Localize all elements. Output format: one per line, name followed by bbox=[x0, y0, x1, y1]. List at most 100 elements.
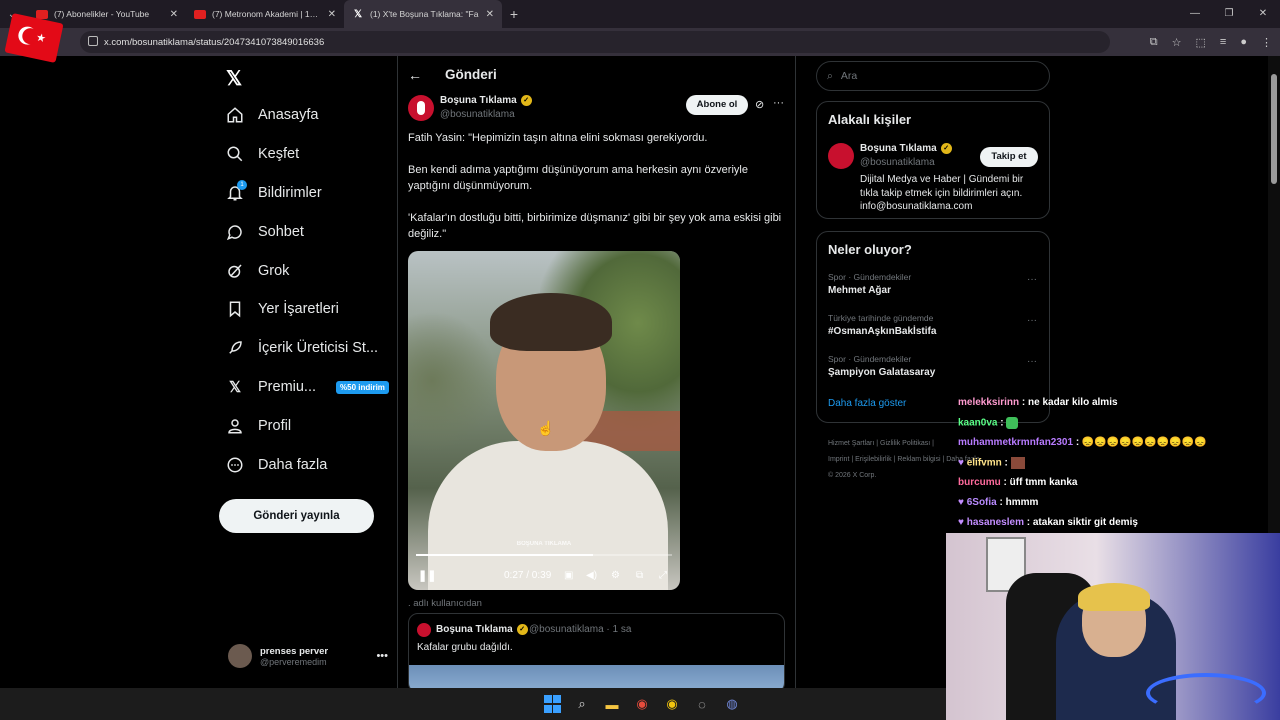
site-info-icon[interactable] bbox=[88, 36, 98, 46]
back-arrow-icon[interactable]: ← bbox=[408, 67, 422, 83]
via-user-text: . adlı kullanıcıdan bbox=[408, 598, 482, 609]
subscribe-button[interactable]: Abone ol bbox=[686, 95, 748, 115]
star-icon[interactable]: ☆ bbox=[1172, 36, 1182, 49]
media-icon[interactable]: ≡ bbox=[1220, 36, 1226, 48]
close-icon[interactable]: ✕ bbox=[486, 9, 494, 20]
discord-icon[interactable]: ◍ bbox=[722, 694, 742, 714]
quoted-author-avatar bbox=[417, 623, 431, 637]
nav-item-profile[interactable]: Profil bbox=[226, 417, 291, 435]
related-handle[interactable]: @bosunatiklama bbox=[860, 157, 935, 168]
obs-icon[interactable]: ◌ bbox=[692, 694, 712, 714]
settings-icon[interactable]: ⚙ bbox=[611, 570, 620, 581]
person-icon bbox=[226, 417, 244, 435]
more-icon[interactable]: ··· bbox=[1027, 315, 1037, 326]
browser-tab-active[interactable]: 𝕏 (1) X'te Boşuna Tıklama: "Fa ✕ bbox=[344, 0, 502, 28]
menu-icon[interactable]: ⋮ bbox=[1261, 36, 1272, 49]
extensions-icon[interactable]: ⬚ bbox=[1196, 36, 1206, 49]
post-text-paragraph: Ben kendi adıma yaptığımı düşünüyorum am… bbox=[408, 164, 748, 192]
chat-message: melekksirinn : ne kadar kilo almis bbox=[958, 397, 1118, 408]
nav-item-grok[interactable]: Grok bbox=[226, 262, 289, 280]
install-icon[interactable]: ⧉ bbox=[1150, 36, 1158, 49]
close-icon[interactable]: ✕ bbox=[170, 9, 178, 20]
tab-title: (7) Metronom Akademi | 19. Bö bbox=[212, 9, 322, 19]
nav-item-chat[interactable]: Sohbet bbox=[226, 223, 304, 241]
volume-icon[interactable]: ◀) bbox=[586, 570, 597, 581]
mouse-cursor-icon: ☝ bbox=[537, 420, 555, 436]
author-name-text: Boşuna Tıklama bbox=[440, 95, 517, 106]
nav-label: Profil bbox=[258, 418, 292, 434]
pip-icon[interactable]: ⧉ bbox=[636, 570, 643, 581]
pause-icon[interactable]: ❚❚ bbox=[418, 569, 436, 582]
video-time: 0:27 / 0:39 bbox=[504, 569, 552, 581]
minimize-icon[interactable]: — bbox=[1178, 0, 1212, 28]
chat-message: ♥ hasaneslem : atakan siktir git demiş bbox=[958, 517, 1138, 528]
trends-title: Neler oluyor? bbox=[828, 242, 912, 257]
nav-item-explore[interactable]: Keşfet bbox=[226, 145, 299, 163]
x-logo-icon[interactable]: 𝕏 bbox=[226, 66, 242, 91]
youtube-icon bbox=[36, 9, 48, 19]
chat-message: ♥ elifvmn : bbox=[958, 457, 1025, 469]
nav-item-bookmarks[interactable]: Yer İşaretleri bbox=[226, 300, 339, 318]
author-avatar[interactable] bbox=[408, 95, 434, 121]
follow-button[interactable]: Takip et bbox=[980, 147, 1038, 167]
more-icon[interactable]: ··· bbox=[1027, 356, 1037, 367]
nav-label: İçerik Üreticisi St... bbox=[258, 340, 379, 356]
trend-item[interactable]: Türkiye tarihinde gündemde #OsmanAşkınBa… bbox=[828, 313, 936, 337]
fullscreen-icon[interactable]: ⤢ bbox=[659, 570, 667, 581]
close-window-icon[interactable]: ✕ bbox=[1246, 0, 1280, 28]
new-tab-button[interactable]: + bbox=[502, 6, 526, 22]
captions-icon[interactable]: ▣ bbox=[564, 570, 573, 581]
chrome-icon[interactable]: ◉ bbox=[662, 694, 682, 714]
trend-item[interactable]: Spor · Gündemdekiler Mehmet Ağar bbox=[828, 272, 911, 296]
grok-icon[interactable]: ⊘ bbox=[755, 98, 764, 111]
video-progress-bar[interactable] bbox=[416, 554, 672, 556]
chat-message: kaan0va : bbox=[958, 417, 1019, 429]
url-field[interactable]: x.com/bosunatiklama/status/2047341073849… bbox=[80, 31, 1110, 53]
quoted-author-handle: @bosunatiklama · 1 sa bbox=[529, 624, 632, 635]
nav-item-more[interactable]: Daha fazla bbox=[226, 456, 327, 474]
nav-item-notifications[interactable]: 1 Bildirimler bbox=[226, 180, 322, 202]
nav-item-creator-studio[interactable]: İçerik Üreticisi St... bbox=[226, 339, 378, 357]
nav-label: Bildirimler bbox=[258, 185, 322, 201]
more-circle-icon bbox=[226, 456, 244, 474]
notification-badge: 1 bbox=[237, 180, 247, 190]
restore-icon[interactable]: ❐ bbox=[1212, 0, 1246, 28]
chrome-icon[interactable]: ◉ bbox=[632, 694, 652, 714]
account-switcher[interactable]: prenses perver @perveremedim ••• bbox=[228, 644, 388, 668]
windows-taskbar bbox=[0, 688, 946, 720]
more-icon[interactable]: ··· bbox=[1027, 274, 1037, 285]
chat-message: ♥ 6Sofia : hmmm bbox=[958, 497, 1039, 508]
author-handle[interactable]: @bosunatiklama bbox=[440, 109, 515, 120]
more-icon[interactable]: ··· bbox=[773, 97, 784, 109]
related-avatar[interactable] bbox=[828, 143, 854, 169]
post-button[interactable]: Gönderi yayınla bbox=[219, 499, 374, 533]
taskbar-icons: ⌕ ▬ ◉ ◉ ◌ ◍ bbox=[542, 694, 742, 714]
more-icon[interactable]: ••• bbox=[376, 650, 388, 662]
quoted-post[interactable]: Boşuna Tıklama ✓ @bosunatiklama · 1 sa Ka… bbox=[408, 613, 785, 693]
trend-item[interactable]: Spor · Gündemdekiler Şampiyon Galatasara… bbox=[828, 354, 935, 378]
youtube-icon bbox=[194, 9, 206, 19]
webcam-overlay bbox=[946, 533, 1280, 720]
search-input[interactable]: ⌕ Ara bbox=[816, 61, 1050, 91]
windows-start-icon[interactable] bbox=[542, 694, 562, 714]
profile-avatar-icon[interactable]: ● bbox=[1240, 36, 1247, 48]
close-icon[interactable]: ✕ bbox=[328, 9, 336, 20]
file-explorer-icon[interactable]: ▬ bbox=[602, 694, 622, 714]
show-more-link[interactable]: Daha fazla göster bbox=[828, 398, 906, 409]
window-controls: — ❐ ✕ bbox=[1178, 0, 1280, 28]
nav-label: Anasayfa bbox=[258, 107, 319, 123]
related-title: Alakalı kişiler bbox=[828, 112, 912, 127]
related-name[interactable]: Boşuna Tıklama ✓ bbox=[860, 143, 952, 154]
verified-icon: ✓ bbox=[520, 95, 532, 106]
browser-tab[interactable]: (7) Metronom Akademi | 19. Bö ✕ bbox=[186, 0, 344, 28]
quoted-text: Kafalar grubu dağıldı. bbox=[417, 642, 513, 653]
scrollbar-thumb[interactable] bbox=[1271, 74, 1277, 184]
nav-item-premium[interactable]: 𝕏 Premiu... %50 indirim bbox=[226, 378, 389, 396]
discount-badge: %50 indirim bbox=[336, 380, 389, 394]
chat-icon bbox=[226, 223, 244, 241]
search-icon[interactable]: ⌕ bbox=[572, 694, 592, 714]
url-text: x.com/bosunatiklama/status/2047341073849… bbox=[104, 36, 325, 48]
sticker-icon bbox=[1010, 457, 1025, 469]
author-name[interactable]: Boşuna Tıklama ✓ bbox=[440, 95, 532, 106]
nav-item-home[interactable]: Anasayfa bbox=[226, 106, 318, 124]
